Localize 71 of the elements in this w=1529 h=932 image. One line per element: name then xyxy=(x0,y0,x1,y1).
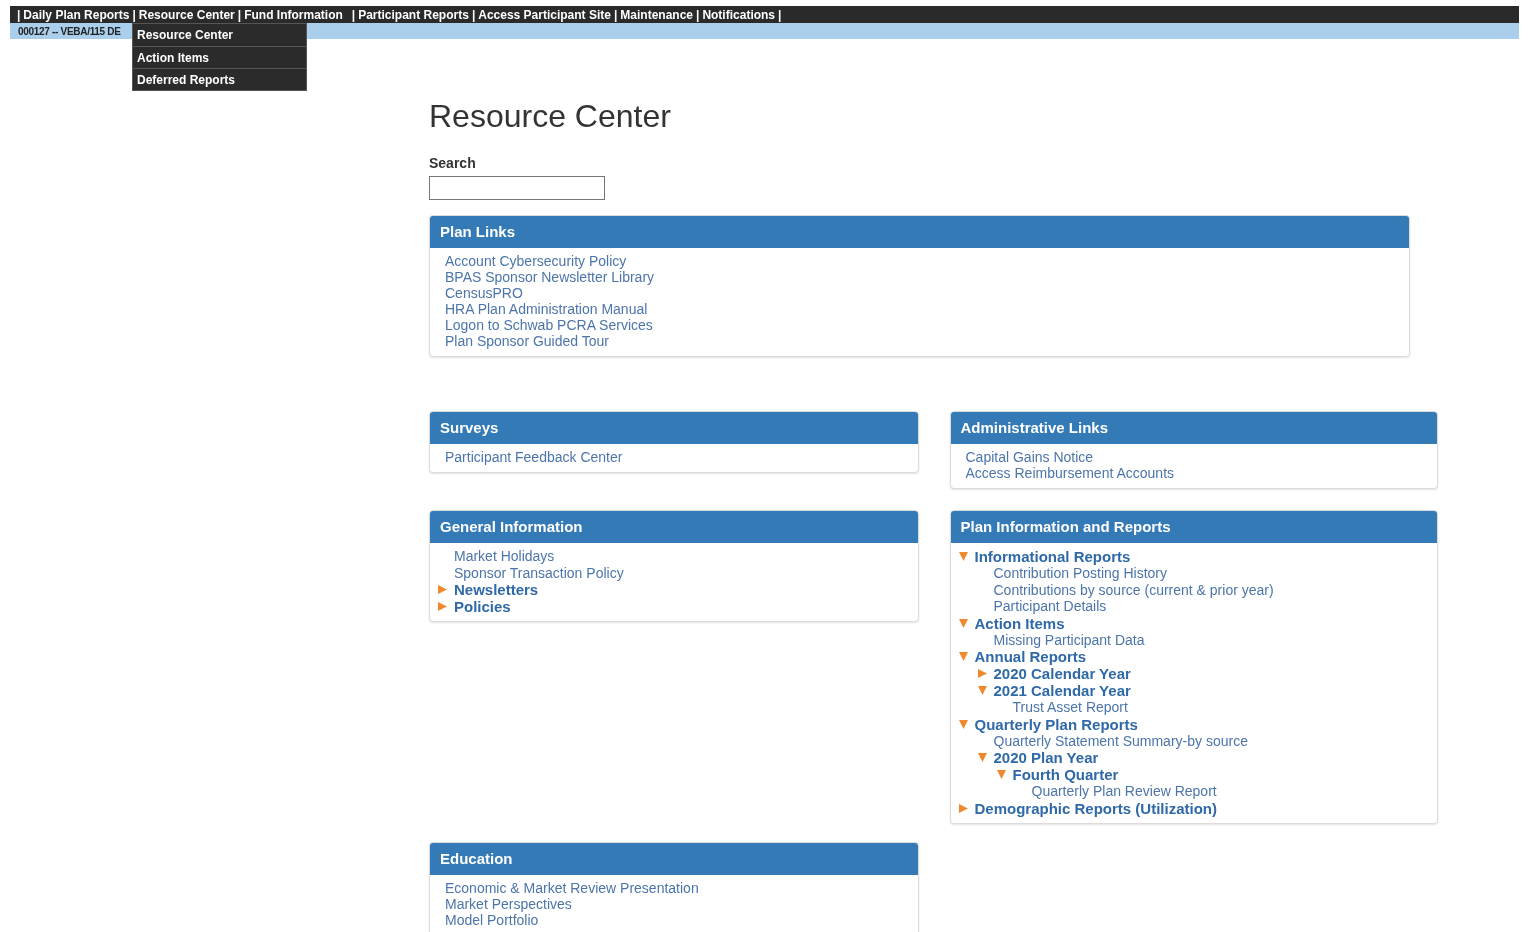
report-link[interactable]: Contributions by source (current & prior year) xyxy=(993,581,1274,598)
report-link[interactable]: Quarterly Statement Summary-by source xyxy=(993,732,1248,749)
folder-link[interactable]: Newsletters xyxy=(454,581,539,598)
report-link[interactable]: Market Holidays xyxy=(454,548,555,565)
caret-down-icon[interactable] xyxy=(958,719,968,729)
resource-link[interactable]: Economic & Market Review Presentation xyxy=(445,880,699,896)
folder-link[interactable]: 2020 Calendar Year xyxy=(993,665,1131,682)
nav-link[interactable]: Daily Plan Reports xyxy=(23,5,130,24)
nav-link[interactable]: Notifications xyxy=(702,5,776,24)
caret-right-icon[interactable] xyxy=(438,602,447,611)
caret-right-icon[interactable] xyxy=(958,803,968,813)
folder-link[interactable]: Fourth Quarter xyxy=(1012,766,1119,783)
resource-link[interactable]: Capital Gains Notice xyxy=(965,449,1094,465)
caret-down-icon[interactable] xyxy=(958,652,968,661)
folder-link[interactable]: 2021 Calendar Year xyxy=(993,682,1131,699)
resource-link[interactable]: Account Cybersecurity Policy xyxy=(445,253,627,269)
plan-name: 000127 -- VEBA/115 DE xyxy=(18,24,121,39)
report-link[interactable]: Participant Details xyxy=(993,598,1107,615)
nav-link[interactable]: Participant Reports xyxy=(358,5,469,24)
caret-down-icon[interactable] xyxy=(977,686,987,695)
report-link[interactable]: Missing Participant Data xyxy=(993,631,1145,648)
caret-down-icon[interactable] xyxy=(977,753,987,762)
caret-right-icon[interactable] xyxy=(977,669,987,678)
resource-link[interactable]: CensusPRO xyxy=(445,285,523,301)
nav-separator: | xyxy=(778,6,782,24)
nav-link[interactable]: Resource Center xyxy=(138,5,235,24)
resource-link[interactable]: Participant Feedback Center xyxy=(445,449,623,465)
report-link[interactable]: Trust Asset Report xyxy=(1012,699,1128,716)
caret-down-icon[interactable] xyxy=(958,552,968,561)
panel-title: Plan Information and Reports xyxy=(960,516,1171,537)
panel-title: Administrative Links xyxy=(960,417,1109,438)
nav-link[interactable]: Fund Information xyxy=(244,5,343,24)
search-field[interactable] xyxy=(429,176,605,200)
menu-item[interactable]: Deferred Reports xyxy=(133,68,306,90)
folder-link[interactable]: 2020 Plan Year xyxy=(993,749,1099,766)
menu-item[interactable]: Action Items xyxy=(133,46,306,68)
folder-link[interactable]: Informational Reports xyxy=(974,548,1131,565)
nav-separator: | xyxy=(351,6,356,24)
nav-link[interactable]: Maintenance xyxy=(620,5,693,24)
resource-link[interactable]: Market Perspectives xyxy=(445,896,572,912)
panel-title: Surveys xyxy=(440,417,499,438)
folder-link[interactable]: Quarterly Plan Reports xyxy=(974,715,1138,733)
nav-separator: | xyxy=(17,6,21,24)
panel-title: Education xyxy=(440,848,513,869)
folder-link[interactable]: Policies xyxy=(454,598,511,615)
nav-separator: | xyxy=(132,6,136,24)
panel-title: General Information xyxy=(440,516,583,537)
resource-link[interactable]: HRA Plan Administration Manual xyxy=(445,301,648,317)
folder-link[interactable]: Annual Reports xyxy=(974,648,1087,665)
page-title: Resource Center xyxy=(429,97,672,135)
panel-title: Plan Links xyxy=(440,221,516,242)
search-label: Search xyxy=(429,154,477,173)
menu-item[interactable]: Resource Center xyxy=(133,24,306,46)
folder-link[interactable]: Demographic Reports (Utilization) xyxy=(974,799,1217,817)
nav-separator: | xyxy=(237,6,242,24)
resource-link[interactable]: Logon to Schwab PCRA Services xyxy=(445,317,653,333)
folder-link[interactable]: Action Items xyxy=(974,614,1065,632)
report-link[interactable]: Contribution Posting History xyxy=(993,565,1168,582)
report-link[interactable]: Sponsor Transaction Policy xyxy=(454,564,624,581)
resource-link[interactable]: Access Reimbursement Accounts xyxy=(965,465,1175,481)
resource-link[interactable]: Plan Sponsor Guided Tour xyxy=(445,333,609,349)
resource-link[interactable]: BPAS Sponsor Newsletter Library xyxy=(445,269,655,285)
resource-link[interactable]: Model Portfolio xyxy=(445,912,539,928)
nav-separator: | xyxy=(696,6,700,24)
report-link[interactable]: Quarterly Plan Review Report xyxy=(1031,783,1217,800)
caret-right-icon[interactable] xyxy=(438,585,447,594)
nav-link[interactable]: Access Participant Site xyxy=(478,5,611,24)
nav-separator: | xyxy=(613,6,618,24)
caret-down-icon[interactable] xyxy=(958,618,968,628)
caret-down-icon[interactable] xyxy=(996,770,1006,779)
nav-separator: | xyxy=(471,6,476,24)
